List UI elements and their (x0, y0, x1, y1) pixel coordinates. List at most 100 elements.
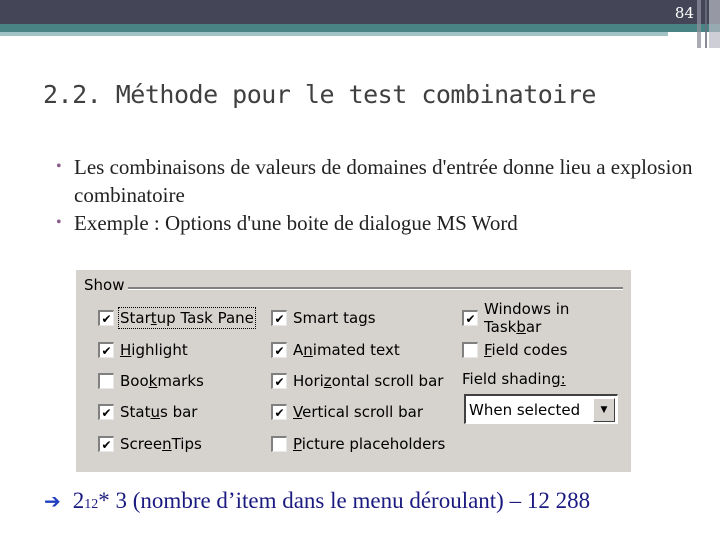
option-label-text: Smart ta (293, 309, 359, 327)
option-label-text: ertical scroll bar (302, 403, 423, 421)
option-label-accel: n (162, 435, 172, 453)
option-label-text: ar (525, 318, 542, 336)
option-label-accel: H (120, 341, 132, 359)
option-label-text: Scree (120, 435, 163, 453)
option-label-text: A (293, 341, 304, 359)
option-checkbox-row[interactable]: ✔ Smart tags (271, 307, 376, 329)
checkbox-checked[interactable]: ✔ (98, 342, 114, 358)
checkbox-checked[interactable]: ✔ (271, 342, 287, 358)
option-label: Startup Task Pane (118, 307, 256, 329)
option-label-accel: F (484, 341, 492, 359)
header-decoration (705, 0, 707, 48)
groupbox-line (128, 287, 623, 290)
checkmark-icon: ✔ (274, 311, 285, 326)
header-decoration (697, 0, 701, 48)
option-label-text: Hori (293, 372, 324, 390)
option-label-accel: g (358, 309, 368, 327)
bullet-text: Exemple : Options d'une boite de dialogu… (74, 211, 518, 235)
checkbox-checked[interactable]: ✔ (98, 310, 114, 326)
option-label: ScreenTips (120, 435, 202, 453)
option-checkbox-row[interactable]: ✔ Highlight (98, 339, 188, 361)
option-label: Windows in Taskbar (484, 300, 631, 336)
option-label: Smart tags (293, 309, 376, 327)
checkmark-icon: ✔ (101, 405, 112, 420)
option-label-accel: n (303, 341, 313, 359)
header-band-teal (0, 24, 720, 32)
option-label-accel: u (150, 403, 160, 421)
checkmark-icon: ✔ (274, 405, 285, 420)
bullet-item: • Les combinaisons de valeurs de domaine… (56, 153, 706, 209)
checkbox-checked[interactable]: ✔ (271, 373, 287, 389)
option-label: Vertical scroll bar (293, 403, 423, 421)
option-label-text: ontal scroll bar (331, 372, 444, 390)
option-label-text: icture placeholders (301, 435, 446, 453)
slide-number: 84 (674, 4, 694, 22)
checkmark-icon: ✔ (101, 437, 112, 452)
option-label: Field codes (484, 341, 567, 359)
option-label-accel: b (516, 318, 526, 336)
field-shading-label-accel: : (560, 370, 566, 388)
option-label-text: imated text (312, 341, 400, 359)
option-label: Status bar (120, 403, 197, 421)
option-checkbox-row[interactable]: Field codes (462, 339, 567, 361)
bullet-item: • Exemple : Options d'une boite de dialo… (56, 209, 706, 237)
option-label: Horizontal scroll bar (293, 372, 443, 390)
dropdown-arrow-icon[interactable]: ▼ (593, 398, 615, 422)
option-label-accel: P (293, 435, 302, 453)
option-checkbox-row[interactable]: ✔ Status bar (98, 401, 197, 423)
checkbox-checked[interactable]: ✔ (98, 436, 114, 452)
option-checkbox-row[interactable]: Bookmarks (98, 370, 204, 392)
formula-text: * 3 (nombre d’item dans le menu déroulan… (98, 488, 591, 513)
option-checkbox-row[interactable]: ✔ Vertical scroll bar (271, 401, 423, 423)
option-label-text: Boo (120, 372, 149, 390)
option-label-text: marks (157, 372, 204, 390)
checkmark-icon: ✔ (465, 311, 476, 326)
checkbox-unchecked[interactable] (271, 436, 287, 452)
option-label-text: Star (120, 309, 151, 327)
bullet-icon: • (56, 214, 62, 231)
option-checkbox-row[interactable]: Picture placeholders (271, 433, 445, 455)
formula-line: ➔ 2 12 * 3 (nombre d’item dans le menu dé… (44, 488, 590, 514)
checkmark-icon: ✔ (101, 343, 112, 358)
checkbox-unchecked[interactable] (462, 342, 478, 358)
header-decoration (709, 0, 720, 48)
checkbox-checked[interactable]: ✔ (271, 310, 287, 326)
option-label: Bookmarks (120, 372, 204, 390)
option-label: Highlight (120, 341, 188, 359)
field-shading-select[interactable]: When selected ▼ (464, 394, 618, 424)
option-checkbox-row[interactable]: ✔ ScreenTips (98, 433, 202, 455)
option-label: Picture placeholders (293, 435, 445, 453)
checkmark-icon: ✔ (101, 311, 112, 326)
bullet-text: Les combinaisons de valeurs de domaines … (74, 155, 693, 207)
option-label-text: s (367, 309, 376, 327)
right-arrow-icon: ➔ (44, 491, 61, 513)
option-checkbox-row[interactable]: ✔ Horizontal scroll bar (271, 370, 443, 392)
show-group-label: Show (84, 276, 125, 294)
word-options-dialog-image: Show ✔ Startup Task Pane ✔ Highlight Bookmar… (76, 270, 631, 472)
checkbox-checked[interactable]: ✔ (462, 310, 478, 326)
option-checkbox-row[interactable]: ✔ Startup Task Pane (98, 307, 256, 329)
option-label-text: s bar (160, 403, 198, 421)
checkbox-checked[interactable]: ✔ (271, 404, 287, 420)
field-shading-label: Field shading: (462, 370, 566, 388)
slide-title: 2.2. Méthode pour le test combinatoire (43, 80, 596, 109)
option-label-text: ield codes (491, 341, 568, 359)
option-label-text: up Task Pane (156, 309, 254, 327)
checkmark-icon: ✔ (274, 374, 285, 389)
option-checkbox-row[interactable]: ✔ Animated text (271, 339, 400, 361)
header-band-dark (0, 0, 720, 24)
checkmark-icon: ✔ (274, 343, 285, 358)
option-label-accel: V (293, 403, 303, 421)
header-band-light (0, 32, 668, 36)
option-label-accel: z (323, 372, 332, 390)
option-checkbox-row[interactable]: ✔ Windows in Taskbar (462, 300, 631, 336)
bullet-icon: • (56, 158, 62, 175)
field-shading-value: When selected (469, 401, 581, 419)
bullet-list: • Les combinaisons de valeurs de domaine… (56, 153, 706, 237)
checkbox-unchecked[interactable] (98, 373, 114, 389)
option-label-text: Tips (171, 435, 202, 453)
formula-exponent: 12 (84, 497, 99, 512)
checkbox-checked[interactable]: ✔ (98, 404, 114, 420)
option-label-text: Stat (120, 403, 151, 421)
field-shading-label-text: Field shading (462, 370, 561, 388)
